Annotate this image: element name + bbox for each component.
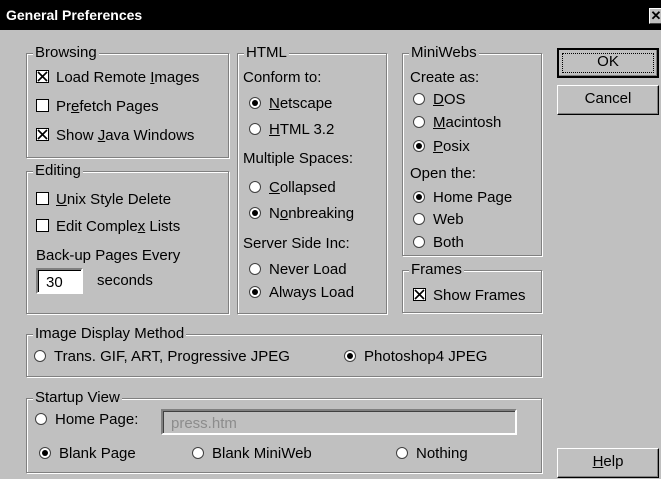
macintosh-radio[interactable]: Macintosh (413, 113, 501, 133)
html-group: HTML Conform to: Netscape HTML 3.2 Multi… (237, 43, 387, 314)
blank-miniweb-radio[interactable]: Blank MiniWeb (192, 444, 312, 464)
help-button[interactable]: Help (557, 448, 659, 478)
photoshop4-jpeg-radio[interactable]: Photoshop4 JPEG (344, 347, 487, 367)
multiple-spaces-label: Multiple Spaces: (243, 150, 354, 167)
blank-page-radio[interactable]: Blank Page (39, 444, 136, 464)
home-page-radio[interactable]: Home Page (413, 188, 512, 208)
open-the-label: Open the: (410, 165, 476, 182)
radio-circle[interactable] (344, 350, 356, 362)
unix-style-delete-checkbox[interactable]: Unix Style Delete (36, 190, 171, 210)
html-legend: HTML (244, 43, 289, 63)
editing-group: Editing Unix Style Delete Edit Complex L… (26, 161, 229, 314)
radio-circle[interactable] (249, 263, 261, 275)
radio-selected-dot (252, 210, 258, 216)
radio-circle[interactable] (249, 123, 261, 135)
browsing-legend: Browsing (33, 43, 99, 63)
radio-circle[interactable] (39, 447, 51, 459)
checkbox-box[interactable] (36, 128, 49, 141)
checkbox-box[interactable] (36, 70, 49, 83)
collapsed-radio[interactable]: Collapsed (249, 178, 336, 198)
radio-circle[interactable] (413, 116, 425, 128)
load-remote-images-checkbox[interactable]: Load Remote Images (36, 68, 199, 88)
radio-circle[interactable] (34, 350, 46, 362)
home-page-input[interactable]: press.htm (161, 409, 517, 435)
radio-selected-dot (347, 353, 353, 359)
ok-button[interactable]: OK (557, 48, 659, 78)
radio-selected-dot (252, 100, 258, 106)
startup-view-group: Startup View Home Page: press.htm Blank … (26, 388, 542, 473)
nothing-radio[interactable]: Nothing (396, 444, 468, 464)
always-load-radio[interactable]: Always Load (249, 283, 354, 303)
edit-complex-lists-checkbox[interactable]: Edit Complex Lists (36, 217, 180, 237)
radio-selected-dot (42, 450, 48, 456)
both-radio[interactable]: Both (413, 233, 464, 253)
image-display-legend: Image Display Method (33, 324, 187, 344)
startup-home-page-radio[interactable]: Home Page: (35, 410, 138, 430)
title-bar: General Preferences ✕ (0, 0, 661, 30)
server-side-inc-label: Server Side Inc: (243, 235, 350, 252)
editing-legend: Editing (33, 161, 83, 181)
checkbox-box[interactable] (413, 288, 426, 301)
frames-legend: Frames (409, 260, 464, 280)
checkbox-box[interactable] (36, 192, 49, 205)
radio-circle[interactable] (192, 447, 204, 459)
radio-circle[interactable] (249, 286, 261, 298)
miniwebs-legend: MiniWebs (409, 43, 479, 63)
radio-circle[interactable] (413, 213, 425, 225)
backup-label: Back-up Pages Every (36, 247, 181, 264)
dos-radio[interactable]: DOS (413, 90, 466, 110)
netscape-radio[interactable]: Netscape (249, 94, 332, 114)
frames-group: Frames Show Frames (402, 260, 542, 313)
image-display-group: Image Display Method Trans. GIF, ART, Pr… (26, 324, 542, 377)
trans-gif-radio[interactable]: Trans. GIF, ART, Progressive JPEG (34, 347, 290, 367)
checkbox-box[interactable] (36, 99, 49, 112)
close-button[interactable]: ✕ (649, 8, 661, 24)
checkbox-box[interactable] (36, 219, 49, 232)
radio-circle[interactable] (396, 447, 408, 459)
radio-circle[interactable] (249, 97, 261, 109)
radio-circle[interactable] (249, 207, 261, 219)
show-frames-checkbox[interactable]: Show Frames (413, 286, 526, 306)
radio-selected-dot (416, 143, 422, 149)
radio-circle[interactable] (249, 181, 261, 193)
cancel-button[interactable]: Cancel (557, 85, 659, 115)
radio-circle[interactable] (413, 140, 425, 152)
nonbreaking-radio[interactable]: Nonbreaking (249, 204, 354, 224)
create-as-label: Create as: (410, 69, 480, 86)
backup-interval-input[interactable]: 30 (36, 268, 83, 294)
conform-label: Conform to: (243, 69, 322, 86)
web-radio[interactable]: Web (413, 210, 464, 230)
seconds-label: seconds (97, 272, 153, 289)
radio-circle[interactable] (413, 191, 425, 203)
browsing-group: Browsing Load Remote Images Prefetch Pag… (26, 43, 229, 158)
html32-radio[interactable]: HTML 3.2 (249, 120, 334, 140)
show-java-windows-checkbox[interactable]: Show Java Windows (36, 126, 194, 146)
radio-circle[interactable] (413, 93, 425, 105)
posix-radio[interactable]: Posix (413, 137, 470, 157)
miniwebs-group: MiniWebs Create as: DOS Macintosh Posix … (402, 43, 542, 256)
startup-view-legend: Startup View (33, 388, 122, 408)
radio-selected-dot (416, 194, 422, 200)
never-load-radio[interactable]: Never Load (249, 260, 347, 280)
focus-rect (562, 53, 654, 73)
radio-circle[interactable] (413, 236, 425, 248)
window-title: General Preferences (6, 7, 143, 23)
radio-circle[interactable] (35, 413, 47, 425)
radio-selected-dot (252, 289, 258, 295)
prefetch-pages-checkbox[interactable]: Prefetch Pages (36, 97, 159, 117)
